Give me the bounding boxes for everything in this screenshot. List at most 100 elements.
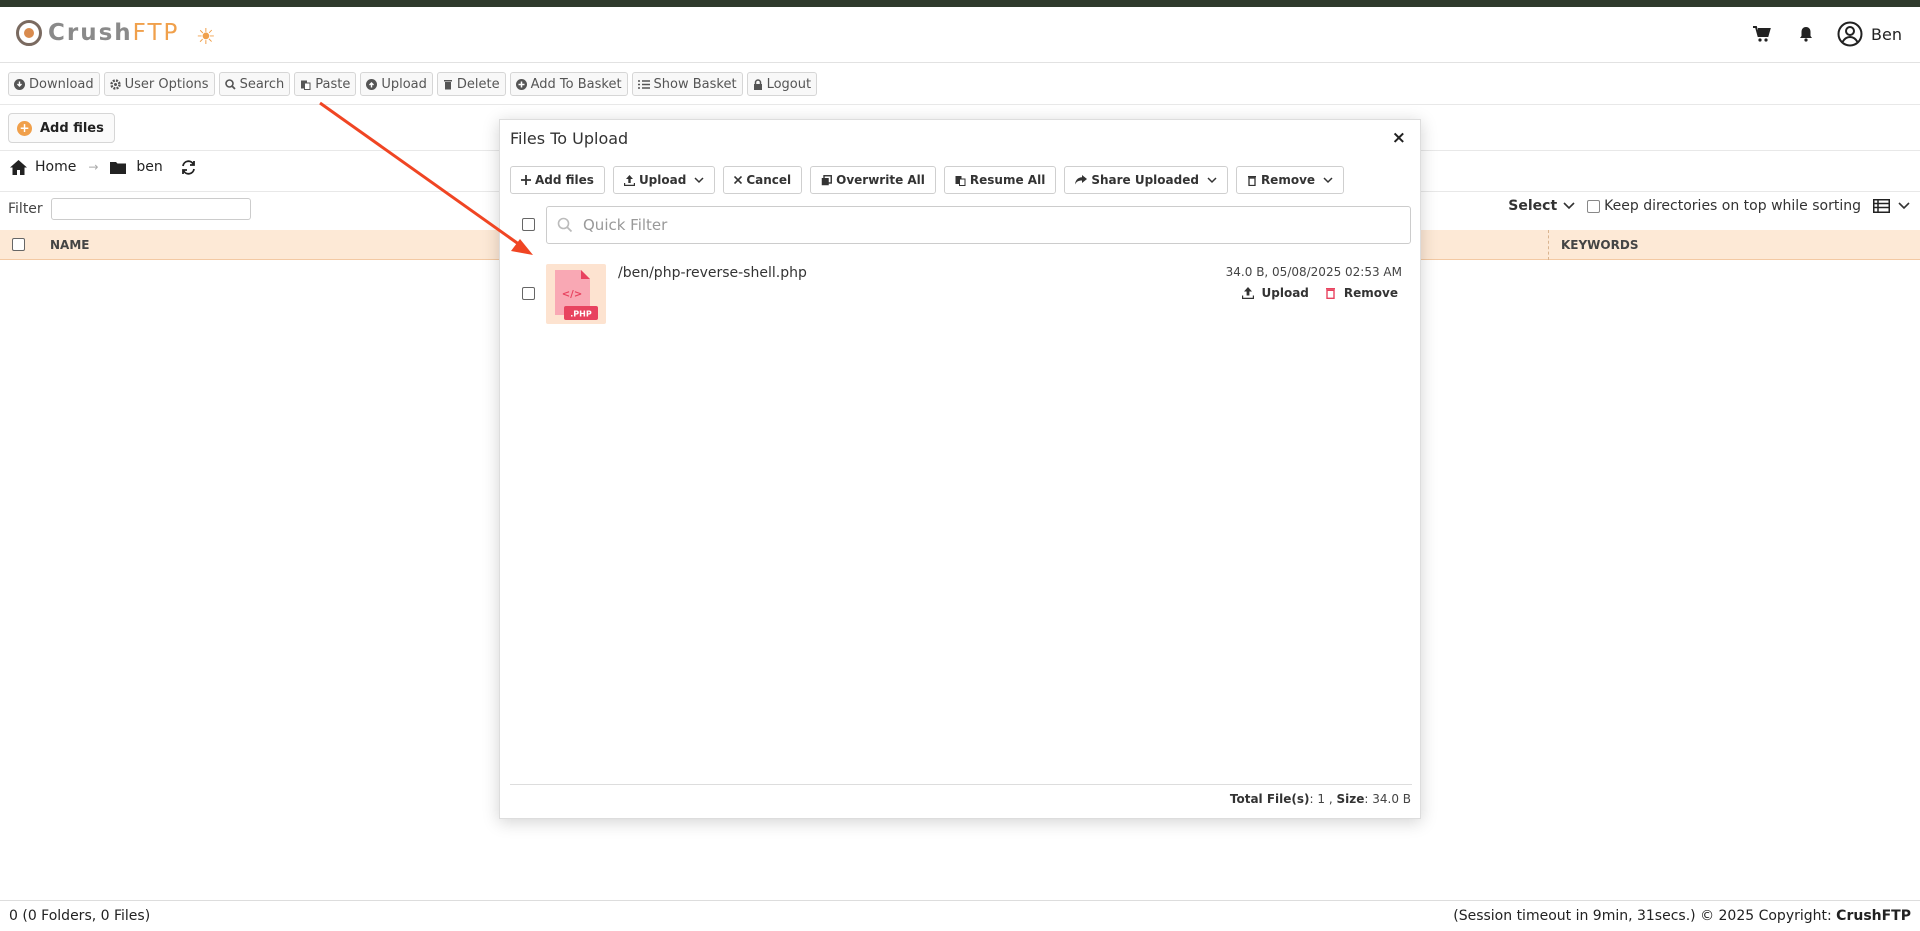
- dialog-title: Files To Upload: [510, 129, 629, 148]
- chevron-down-icon[interactable]: [1898, 202, 1910, 210]
- share-uploaded-label: Share Uploaded: [1091, 173, 1199, 187]
- crushftp-logo[interactable]: CrushFTP: [16, 20, 179, 46]
- folder-icon: [110, 161, 127, 174]
- share-uploaded-dropdown[interactable]: Share Uploaded: [1064, 166, 1228, 194]
- file-upload-button[interactable]: Upload: [1241, 286, 1309, 300]
- top-accent-bar: [0, 0, 1920, 7]
- select-all-checkbox[interactable]: [12, 238, 25, 251]
- share-icon: [1075, 175, 1088, 185]
- breadcrumb-home[interactable]: Home: [10, 159, 76, 175]
- trash-icon: [1247, 175, 1256, 186]
- filter-input[interactable]: [50, 198, 251, 220]
- download-button[interactable]: Download: [8, 72, 100, 96]
- cart-icon[interactable]: [1749, 21, 1775, 47]
- list-controls: Select Keep directories on top while sor…: [1508, 198, 1910, 214]
- divider: [0, 104, 1920, 105]
- upload-icon: [1241, 287, 1254, 299]
- delete-button[interactable]: Delete: [436, 72, 506, 96]
- quick-filter-placeholder: Quick Filter: [583, 216, 668, 234]
- total-size-label: Size: [1336, 792, 1365, 806]
- upload-totals: Total File(s): 1 , Size: 34.0 B: [1230, 792, 1411, 806]
- view-mode-icon[interactable]: [1873, 199, 1890, 213]
- bell-icon[interactable]: [1793, 21, 1819, 47]
- upload-icon: [623, 174, 635, 186]
- add-files-button[interactable]: + Add files: [8, 113, 115, 143]
- list-icon: [637, 79, 650, 89]
- user-options-label: User Options: [124, 76, 209, 92]
- plus-icon: +: [17, 120, 32, 136]
- filter-label: Filter: [8, 201, 43, 217]
- logo-ftp-text: FTP: [132, 20, 180, 46]
- add-to-basket-button[interactable]: Add To Basket: [509, 72, 628, 96]
- add-files-label: Add files: [40, 120, 104, 136]
- session-text: (Session timeout in 9min, 31secs.) © 202…: [1453, 908, 1837, 924]
- gear-icon: [109, 78, 121, 90]
- status-footer: 0 (0 Folders, 0 Files) (Session timeout …: [0, 900, 1920, 931]
- main-toolbar: Download User Options Search Paste Uploa…: [8, 72, 821, 96]
- upload-file-row: </> .PHP /ben/php-reverse-shell.php 34.0…: [510, 260, 1412, 328]
- download-label: Download: [29, 76, 94, 92]
- dialog-select-all-checkbox[interactable]: [522, 218, 535, 231]
- logout-button[interactable]: Logout: [746, 72, 818, 96]
- paste-button[interactable]: Paste: [294, 72, 357, 96]
- dialog-cancel-button[interactable]: Cancel: [723, 166, 803, 194]
- dialog-upload-dropdown[interactable]: Upload: [612, 166, 716, 194]
- theme-toggle-icon[interactable]: ☀: [196, 27, 216, 49]
- file-remove-label: Remove: [1343, 286, 1398, 300]
- trash-icon: [443, 79, 452, 89]
- breadcrumb-arrow-icon: →: [88, 160, 99, 174]
- folder-count: 0 (0 Folders, 0 Files): [9, 908, 151, 924]
- quick-filter-input[interactable]: Quick Filter: [546, 206, 1411, 244]
- chevron-down-icon: [1323, 176, 1333, 183]
- overwrite-all-button[interactable]: Overwrite All: [810, 166, 936, 194]
- logout-label: Logout: [766, 76, 812, 92]
- select-dropdown[interactable]: Select: [1508, 198, 1557, 214]
- chevron-down-icon[interactable]: [1563, 202, 1575, 210]
- paste-icon: [301, 80, 311, 90]
- file-actions: Upload Remove: [1226, 286, 1398, 300]
- resume-all-label: Resume All: [969, 173, 1046, 187]
- delete-label: Delete: [456, 76, 500, 92]
- total-files-value: : 1 ,: [1309, 792, 1333, 806]
- plus-circle-icon: [515, 78, 527, 90]
- user-name[interactable]: Ben: [1871, 25, 1902, 44]
- show-basket-button[interactable]: Show Basket: [631, 72, 743, 96]
- close-icon[interactable]: ×: [1392, 128, 1406, 148]
- file-type-badge: .PHP: [570, 310, 592, 319]
- logo-crush-text: Crush: [48, 20, 133, 46]
- dialog-add-files-label: Add files: [535, 173, 594, 187]
- resume-all-button[interactable]: Resume All: [943, 166, 1057, 194]
- dialog-divider: [510, 784, 1412, 785]
- add-to-basket-label: Add To Basket: [530, 76, 622, 92]
- file-upload-label: Upload: [1261, 286, 1309, 300]
- session-info: (Session timeout in 9min, 31secs.) © 202…: [1453, 908, 1911, 924]
- chevron-down-icon: [1207, 176, 1217, 183]
- filter-row: Filter: [8, 198, 251, 220]
- upload-button[interactable]: Upload: [360, 72, 433, 96]
- breadcrumb-folder[interactable]: ben: [110, 159, 163, 175]
- file-meta: 34.0 B, 05/08/2025 02:53 AM: [1225, 265, 1402, 279]
- php-file-icon: </> .PHP: [546, 264, 606, 324]
- user-options-button[interactable]: User Options: [103, 72, 215, 96]
- close-icon: [734, 176, 743, 184]
- refresh-icon[interactable]: [181, 159, 196, 175]
- dialog-upload-label: Upload: [638, 173, 687, 187]
- dialog-add-files-button[interactable]: Add files: [510, 166, 605, 194]
- header-right: Ben: [1731, 21, 1902, 47]
- dialog-remove-dropdown[interactable]: Remove: [1235, 166, 1345, 194]
- column-name[interactable]: NAME: [50, 238, 89, 252]
- dialog-toolbar: Add files Upload Cancel Overwrite All Re…: [510, 166, 1352, 194]
- keep-dirs-label: Keep directories on top while sorting: [1604, 198, 1861, 214]
- copyright-brand: CrushFTP: [1836, 908, 1911, 924]
- breadcrumb-home-label: Home: [35, 159, 77, 175]
- column-keywords[interactable]: KEYWORDS: [1548, 230, 1638, 260]
- keep-dirs-checkbox[interactable]: [1587, 199, 1601, 213]
- paste-icon: [955, 175, 966, 186]
- user-avatar-icon[interactable]: [1837, 21, 1863, 47]
- file-checkbox[interactable]: [522, 287, 535, 300]
- search-button[interactable]: Search: [218, 72, 291, 96]
- file-remove-button[interactable]: Remove: [1325, 286, 1398, 300]
- search-icon: [224, 78, 236, 90]
- total-files-label: Total File(s): [1229, 792, 1310, 806]
- file-code-glyph: </>: [562, 289, 582, 300]
